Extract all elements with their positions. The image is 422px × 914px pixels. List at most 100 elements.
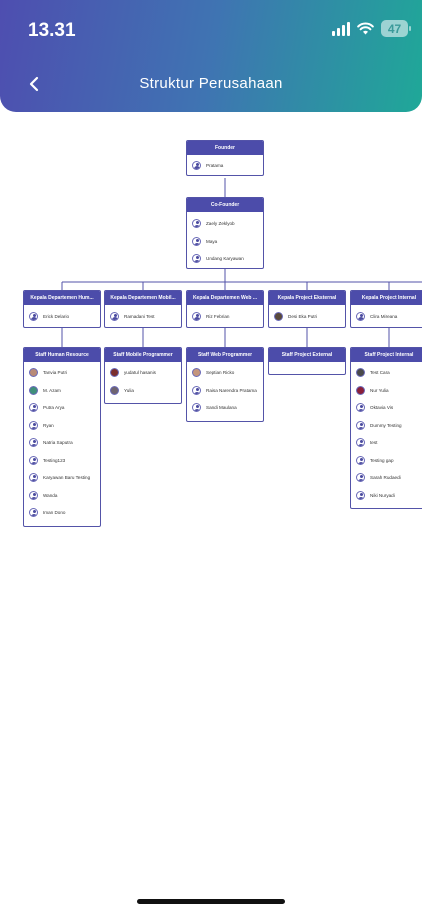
- node-title: Staff Web Programmer: [187, 348, 263, 362]
- user-photo-icon: [110, 385, 119, 395]
- person-item[interactable]: Dummy Testing: [351, 417, 422, 435]
- node-title: Staff Mobile Programmer: [105, 348, 181, 362]
- person-item[interactable]: Yulia: [105, 382, 181, 400]
- person-item[interactable]: Oktavia Vis: [351, 399, 422, 417]
- home-indicator[interactable]: [137, 899, 285, 904]
- person-name: Nur Yulia: [370, 387, 389, 393]
- org-node-staff-project-external[interactable]: Staff Project External: [268, 347, 346, 375]
- person-name: Maya: [206, 238, 218, 244]
- person-item[interactable]: Tanvia Putri: [24, 364, 100, 382]
- user-photo-icon: [29, 368, 38, 378]
- person-name: Raisa Narendra Pratama: [206, 387, 257, 393]
- user-photo-icon: [110, 368, 119, 378]
- person-item[interactable]: Testing123: [24, 452, 100, 470]
- person-item[interactable]: Nur Yulia: [351, 382, 422, 400]
- org-node-head-hr[interactable]: Kepala Departemen Hum... Erick Delario: [23, 290, 101, 328]
- user-avatar-icon: [192, 254, 201, 264]
- person-item[interactable]: Desi Eka Putri: [269, 305, 345, 327]
- user-photo-icon: [274, 311, 283, 321]
- user-avatar-icon: [29, 490, 38, 500]
- person-item[interactable]: Natria Saputra: [24, 434, 100, 452]
- user-avatar-icon: [192, 219, 201, 229]
- person-item[interactable]: Pratama: [187, 155, 263, 175]
- person-name: Pratama: [206, 162, 224, 168]
- user-photo-icon: [356, 368, 365, 378]
- person-item[interactable]: Erick Delario: [24, 305, 100, 327]
- org-node-head-project-external[interactable]: Kepala Project Eksternal Desi Eka Putri: [268, 290, 346, 328]
- org-node-staff-mobile[interactable]: Staff Mobile Programmer yudatul hasanis …: [104, 347, 182, 404]
- user-avatar-icon: [110, 311, 119, 321]
- person-name: Iman Dono: [43, 510, 66, 516]
- user-avatar-icon: [29, 473, 38, 483]
- user-avatar-icon: [356, 311, 365, 321]
- org-node-founder[interactable]: Founder Pratama: [186, 140, 264, 176]
- org-node-head-web[interactable]: Kepala Departemen Web ... Riz Febrian: [186, 290, 264, 328]
- person-item[interactable]: Undang Karyawan: [187, 250, 263, 268]
- user-avatar-icon: [356, 455, 365, 465]
- person-name: Septian Ricko: [206, 370, 235, 376]
- person-name: Desi Eka Putri: [288, 313, 318, 319]
- person-item[interactable]: Karyawan Baru Testing: [24, 469, 100, 487]
- empty-member-area: [269, 362, 345, 374]
- person-item[interactable]: M. Azam: [24, 382, 100, 400]
- person-name: Dummy Testing: [370, 422, 402, 428]
- person-item[interactable]: Putra Arya: [24, 399, 100, 417]
- person-name: Tanvia Putri: [43, 370, 67, 376]
- person-item[interactable]: Clira Mireana: [351, 305, 422, 327]
- person-item[interactable]: yudatul hasanis: [105, 364, 181, 382]
- user-avatar-icon: [29, 420, 38, 430]
- person-name: Test Cara: [370, 370, 390, 376]
- person-name: Wanda: [43, 492, 58, 498]
- person-item[interactable]: Sandi Maulana: [187, 399, 263, 417]
- person-item[interactable]: Iman Dono: [24, 504, 100, 522]
- person-name: Oktavia Vis: [370, 405, 394, 411]
- user-avatar-icon: [356, 490, 365, 500]
- node-title: Staff Project Internal: [351, 348, 422, 362]
- user-avatar-icon: [29, 403, 38, 413]
- user-photo-icon: [356, 385, 365, 395]
- person-name: Ramadani Test: [124, 313, 155, 319]
- user-avatar-icon: [192, 385, 201, 395]
- user-avatar-icon: [29, 455, 38, 465]
- person-item[interactable]: Raisa Narendra Pratama: [187, 382, 263, 400]
- person-name: test: [370, 440, 378, 446]
- person-item[interactable]: Septian Ricko: [187, 364, 263, 382]
- person-name: Clira Mireana: [370, 313, 398, 319]
- person-name: Putra Arya: [43, 405, 65, 411]
- person-item[interactable]: Riz Febrian: [187, 305, 263, 327]
- person-item[interactable]: Sarah Rudaedi: [351, 469, 422, 487]
- person-name: Ryan: [43, 422, 54, 428]
- person-item[interactable]: Testing gap: [351, 452, 422, 470]
- person-item[interactable]: Ramadani Test: [105, 305, 181, 327]
- org-node-head-project-internal[interactable]: Kepala Project Internal Clira Mireana: [350, 290, 422, 328]
- person-item[interactable]: Test Cara: [351, 364, 422, 382]
- org-node-staff-hr[interactable]: Staff Human Resource Tanvia Putri M. Aza…: [23, 347, 101, 527]
- person-name: Sandi Maulana: [206, 405, 237, 411]
- person-item[interactable]: Ryan: [24, 417, 100, 435]
- org-node-staff-project-internal[interactable]: Staff Project Internal Test Cara Nur Yul…: [350, 347, 422, 509]
- person-name: Niki Nuryadi: [370, 492, 395, 498]
- person-name: Natria Saputra: [43, 440, 73, 446]
- node-title: Kepala Project Internal: [351, 291, 422, 305]
- person-name: Erick Delario: [43, 313, 70, 319]
- org-chart: Founder Pratama Co-Founder Zaely Zeklyob…: [0, 0, 422, 914]
- org-node-staff-web[interactable]: Staff Web Programmer Septian Ricko Raisa…: [186, 347, 264, 422]
- user-avatar-icon: [29, 508, 38, 518]
- person-name: Testing gap: [370, 457, 394, 463]
- org-node-co-founder[interactable]: Co-Founder Zaely Zeklyob Maya Undang Kar…: [186, 197, 264, 269]
- org-node-head-mobile[interactable]: Kepala Departemen Mobil... Ramadani Test: [104, 290, 182, 328]
- person-item[interactable]: Wanda: [24, 487, 100, 505]
- person-name: yudatul hasanis: [124, 370, 156, 376]
- person-name: Karyawan Baru Testing: [43, 475, 91, 481]
- user-photo-icon: [29, 385, 38, 395]
- person-item[interactable]: Maya: [187, 233, 263, 251]
- user-avatar-icon: [29, 311, 38, 321]
- person-item[interactable]: test: [351, 434, 422, 452]
- user-avatar-icon: [192, 160, 201, 170]
- person-item[interactable]: Niki Nuryadi: [351, 487, 422, 505]
- user-avatar-icon: [29, 438, 38, 448]
- node-title: Kepala Departemen Hum...: [24, 291, 100, 305]
- person-item[interactable]: Zaely Zeklyob: [187, 215, 263, 233]
- node-title: Staff Human Resource: [24, 348, 100, 362]
- user-avatar-icon: [356, 438, 365, 448]
